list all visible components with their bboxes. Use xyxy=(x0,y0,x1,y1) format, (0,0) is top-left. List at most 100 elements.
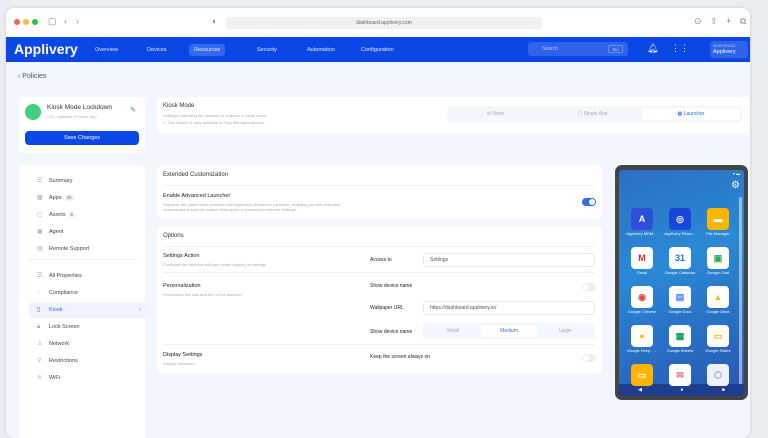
apps-grid-icon[interactable]: ⋮⋮ xyxy=(671,43,689,54)
app-glyph-icon: ◉ xyxy=(631,286,653,308)
back-icon[interactable]: ‹ xyxy=(64,16,67,26)
personalization-label: Personalization xyxy=(163,283,201,289)
close-window-button[interactable] xyxy=(14,19,20,25)
sidebar-item-compliance[interactable]: ◌Compliance xyxy=(29,285,149,301)
app-glyph-icon: ◎ xyxy=(669,208,691,230)
device-preview: ▾ ▬ ⚙ ◀●■ AApplivery MDM ...◎Applivery R… xyxy=(615,165,748,400)
sidebar-item-wifi[interactable]: ≋WiFi xyxy=(29,370,149,386)
sidebar-item-lock-screen[interactable]: 🔒︎Lock Screen xyxy=(29,319,149,335)
app-icon[interactable]: ▣Google Chat xyxy=(700,247,736,275)
screen-on-toggle[interactable] xyxy=(582,354,596,362)
app-glyph-icon: ▭ xyxy=(631,364,653,386)
app-name: Google Chat xyxy=(700,270,736,275)
nav-devices[interactable]: Devices xyxy=(142,44,172,56)
app-icon[interactable]: ✉ xyxy=(662,364,698,387)
app-glyph-icon: ✉ xyxy=(669,364,691,386)
recents-nav-icon[interactable]: ■ xyxy=(722,387,725,393)
sidebar-item-remote-support[interactable]: ▤Remote Support xyxy=(29,241,149,257)
minimize-window-button[interactable] xyxy=(23,19,29,25)
size-medium[interactable]: Medium xyxy=(481,325,537,337)
app-icon[interactable]: ▤Google Docs xyxy=(662,286,698,314)
count-badge: 6 xyxy=(69,211,76,218)
policy-name: Kiosk Mode Lockdown xyxy=(47,104,112,111)
edit-icon[interactable]: ✎ xyxy=(130,106,136,114)
app-glyph-icon: A xyxy=(631,208,653,230)
app-icon[interactable]: MGmail xyxy=(624,247,660,275)
size-selector: Small Medium Large xyxy=(423,323,595,339)
extended-customization-card: Extended Customization Enable Advanced L… xyxy=(157,165,602,219)
app-icon[interactable]: AApplivery MDM ... xyxy=(624,208,660,236)
home-nav-icon[interactable]: ● xyxy=(680,387,683,393)
nav-configuration[interactable]: Configuration xyxy=(356,44,399,56)
sidebar-item-assets[interactable]: ▢Assets6 xyxy=(29,207,149,223)
nav-automation[interactable]: Automation xyxy=(302,44,340,56)
save-changes-button[interactable]: Save Changes xyxy=(25,131,139,145)
app-icon[interactable]: ▭ xyxy=(624,364,660,387)
app-glyph-icon: ⬡ xyxy=(707,364,729,386)
sidebar-item-label: Compliance xyxy=(49,290,78,296)
scrollbar[interactable] xyxy=(739,197,742,387)
app-icon[interactable]: ●Google Keep - ... xyxy=(624,325,660,353)
app-icon[interactable]: ◉Google Chrome xyxy=(624,286,660,314)
app-name: Google Calendar xyxy=(662,270,698,275)
app-name: Gmail xyxy=(624,270,660,275)
nav-security[interactable]: Security xyxy=(252,44,282,56)
agent-icon: ▣ xyxy=(37,224,43,240)
advanced-launcher-toggle[interactable] xyxy=(582,198,596,206)
app-icon[interactable]: ◎Applivery Remo... xyxy=(662,208,698,236)
launcher-label: Enable Advanced Launcher xyxy=(163,193,230,199)
policy-meta: v13 - Updated 19 hours ago xyxy=(47,114,97,119)
sidebar-item-kiosk[interactable]: ▯Kiosk› xyxy=(29,302,149,318)
address-bar[interactable]: dashboard.applivery.com xyxy=(226,17,542,29)
bell-icon[interactable]: 🔔︎ xyxy=(647,43,658,54)
size-large[interactable]: Large xyxy=(537,325,593,337)
back-to-policies[interactable]: ‹ Policies xyxy=(18,73,46,80)
wallpaper-url-field[interactable]: https://dashboard.applivery.io/ xyxy=(423,301,595,315)
back-nav-icon[interactable]: ◀ xyxy=(638,387,642,393)
sidebar-item-apps[interactable]: ▦ Apps29 xyxy=(29,190,149,206)
app-icon[interactable]: 31Google Calendar xyxy=(662,247,698,275)
sidebar-item-all-properties[interactable]: ☰All Properties xyxy=(29,268,149,284)
shield-icon: ◐ xyxy=(212,16,217,26)
size-small[interactable]: Small xyxy=(425,325,481,337)
sidebar-item-network[interactable]: ♙Network xyxy=(29,336,149,352)
show-device-name-toggle[interactable] xyxy=(582,283,596,291)
forward-icon[interactable]: › xyxy=(76,16,79,26)
sidebar-item-summary[interactable]: ☰Summary xyxy=(29,173,149,189)
search-input[interactable]: Search⌘K xyxy=(528,42,628,56)
phone-icon: ▯ xyxy=(37,302,43,318)
sidebar-item-label: Restrictions xyxy=(49,358,78,364)
download-icon[interactable]: ⊙ xyxy=(694,16,702,27)
mode-launcher[interactable]: ▦ Launcher xyxy=(642,108,740,120)
app-icon[interactable]: ▬File Manager xyxy=(700,208,736,236)
nav-resources[interactable]: Resources xyxy=(189,44,225,56)
settings-action-label: Settings Action xyxy=(163,253,199,259)
sidebar-item-label: Summary xyxy=(49,178,73,184)
count-badge: 29 xyxy=(65,194,74,201)
nav-overview[interactable]: Overview xyxy=(90,44,123,56)
shortcut-hint: ⌘K xyxy=(608,45,623,53)
sidebar-item-restrictions[interactable]: ⚲Restrictions xyxy=(29,353,149,369)
mode-none[interactable]: ⊘ None xyxy=(447,108,544,120)
show-device-name-label: Show device name xyxy=(370,283,412,289)
app-icon[interactable]: ▭Google Slides xyxy=(700,325,736,353)
policy-sidebar: ☰Summary▦Apps29▢Assets6▣Agent▤Remote Sup… xyxy=(19,165,145,438)
app-icon[interactable]: ▲Google Drive xyxy=(700,286,736,314)
mode-single-app[interactable]: ▢ Single App xyxy=(544,108,641,120)
app-icon[interactable]: ▦Google Sheets xyxy=(662,325,698,353)
app-icon[interactable]: ⬡ xyxy=(700,364,736,387)
access-to-field[interactable]: Settings xyxy=(423,253,595,267)
maximize-window-button[interactable] xyxy=(32,19,38,25)
tabs-icon[interactable]: ⧉ xyxy=(740,16,746,27)
sidebar-item-label: Apps xyxy=(49,195,62,201)
share-icon[interactable]: ⇧ xyxy=(710,16,718,27)
new-tab-icon[interactable]: + xyxy=(726,16,731,26)
sidebar-item-agent[interactable]: ▣Agent xyxy=(29,224,149,240)
section-title: Extended Customization xyxy=(163,172,228,178)
settings-action-desc: Configure the view that will open when t… xyxy=(163,262,266,267)
grid-icon: ▦ xyxy=(37,190,43,206)
settings-gear-icon[interactable]: ⚙ xyxy=(731,180,740,191)
workspace-name: Applivery xyxy=(713,49,745,55)
workspace-switcher[interactable]: WORKSPACEApplivery xyxy=(710,41,748,58)
sidebar-toggle-icon[interactable]: ▢ xyxy=(48,16,57,27)
